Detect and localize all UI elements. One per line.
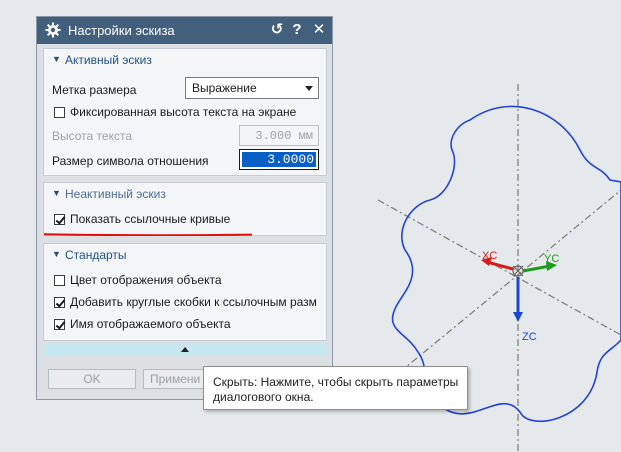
text-height-label: Высота текста [52, 129, 132, 143]
ok-button[interactable]: OK [48, 369, 136, 389]
section-inactive-sketch-header[interactable]: ▼ Неактивный эскиз [44, 183, 326, 205]
section-standards-header[interactable]: ▼ Стандарты [44, 244, 326, 266]
hide-tooltip: Скрыть: Нажмите, чтобы скрыть параметры … [203, 366, 468, 410]
gear-icon [45, 22, 61, 38]
dimension-label-value: Выражение [192, 81, 257, 95]
show-reference-curves-label: Показать ссылочные кривые [70, 212, 231, 226]
relation-symbol-size-label: Размер символа отношения [52, 154, 209, 168]
dialog-title: Настройки эскиза [68, 23, 175, 38]
object-name-label: Имя отображаемого объекта [70, 317, 231, 331]
dimension-label-label: Метка размера [52, 83, 137, 97]
object-name-checkbox[interactable] [54, 319, 65, 330]
wcs-triad [481, 257, 557, 322]
section-standards-title: Стандарты [65, 248, 127, 262]
section-inactive-sketch: ▼ Неактивный эскиз Показать ссылочные кр… [43, 182, 327, 236]
parentheses-label: Добавить круглые скобки к ссылочным разм [70, 295, 317, 309]
reset-icon[interactable]: ↺ [268, 21, 286, 39]
tooltip-line-1: Скрыть: Нажмите, чтобы скрыть параметры [213, 375, 459, 389]
close-icon[interactable]: ✕ [310, 21, 328, 39]
parentheses-checkbox[interactable] [54, 297, 65, 308]
fixed-text-height-checkbox[interactable] [54, 107, 65, 118]
yc-axis [522, 264, 551, 273]
collapse-dialog-bar[interactable] [43, 344, 327, 356]
yc-label: YC [544, 253, 559, 265]
relation-symbol-size-value: 3.0000 [242, 152, 316, 167]
fixed-text-height-label: Фиксированная высота текста на экране [70, 105, 297, 119]
annotation-underline [44, 233, 252, 236]
object-color-label: Цвет отображения объекта [70, 273, 222, 287]
text-height-field[interactable]: 3.000 мм [239, 125, 319, 146]
show-reference-curves-checkbox[interactable] [54, 214, 65, 225]
section-standards: ▼ Стандарты Цвет отображения объекта Доб… [43, 243, 327, 341]
zc-label: ZC [522, 331, 537, 343]
sketch-settings-dialog: Настройки эскиза ↺ ? ✕ ▼ Активный эскиз … [36, 16, 333, 400]
help-icon[interactable]: ? [288, 21, 306, 39]
section-active-sketch-header[interactable]: ▼ Активный эскиз [44, 49, 326, 71]
object-color-checkbox[interactable] [54, 275, 65, 286]
xc-label: XC [482, 250, 497, 262]
chevron-up-icon [181, 347, 189, 352]
collapse-arrow-icon: ▼ [52, 188, 61, 198]
section-active-sketch: ▼ Активный эскиз Метка размера Выражение… [43, 48, 327, 176]
tooltip-line-2: диалогового окна. [213, 390, 314, 404]
section-inactive-sketch-title: Неактивный эскиз [65, 187, 166, 201]
dialog-titlebar[interactable]: Настройки эскиза ↺ ? ✕ [37, 17, 332, 44]
dimension-label-select[interactable]: Выражение [185, 77, 319, 99]
chevron-down-icon [305, 86, 313, 91]
collapse-arrow-icon: ▼ [52, 249, 61, 259]
collapse-arrow-icon: ▼ [52, 54, 61, 64]
section-active-sketch-title: Активный эскиз [65, 53, 152, 67]
relation-symbol-size-field[interactable]: 3.0000 [239, 149, 319, 170]
